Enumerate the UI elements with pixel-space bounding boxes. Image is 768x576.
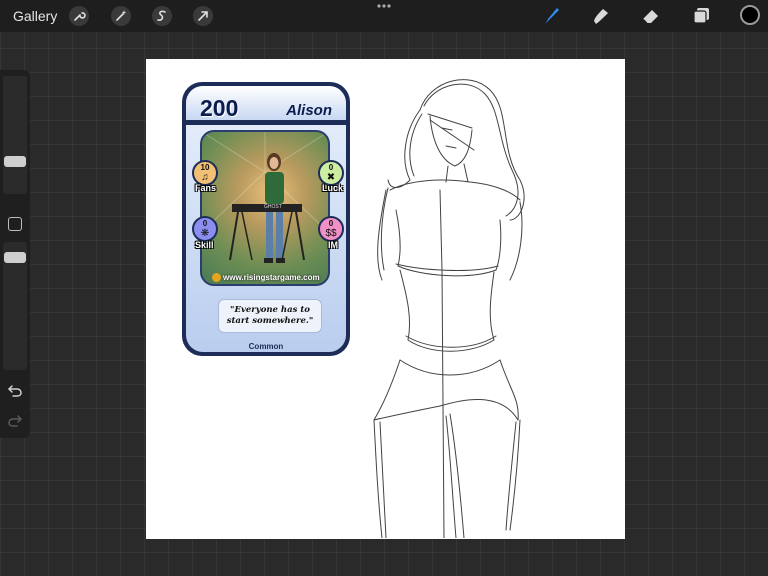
more-options-icon[interactable] — [376, 3, 392, 9]
dollar-icon: $$ — [325, 228, 337, 239]
opacity-handle[interactable] — [4, 252, 26, 263]
skill-icon: ❋ — [200, 228, 210, 239]
stat-skill-badge: 0 ❋ — [192, 216, 218, 242]
card-website-text: www.risingstargame.com — [223, 272, 320, 282]
redo-icon[interactable] — [7, 412, 23, 428]
card-photo: GHOST www.risingstargame.com — [200, 130, 330, 286]
stat-luck-value: 0 — [328, 163, 334, 172]
clover-icon: ✖ — [326, 172, 336, 183]
card-body: 200 Alison GHOST www.risingstargame.com … — [186, 86, 346, 352]
left-sidebar — [0, 70, 30, 438]
card-divider — [186, 120, 346, 125]
card-rarity: Common — [248, 342, 284, 351]
card-name: Alison — [286, 102, 332, 119]
color-picker-button[interactable] — [740, 5, 760, 25]
card-website: www.risingstargame.com — [212, 273, 320, 282]
fans-icon: ♫ — [201, 172, 209, 183]
instrument-label: GHOST — [264, 204, 282, 210]
stat-skill-label: Skill — [195, 240, 214, 250]
brush-size-handle[interactable] — [4, 156, 26, 167]
smudge-icon[interactable] — [590, 5, 612, 27]
opacity-slider[interactable] — [3, 242, 27, 370]
transform-arrow-icon[interactable] — [193, 6, 213, 26]
modify-button[interactable] — [8, 217, 22, 231]
eraser-icon[interactable] — [640, 5, 662, 27]
stat-skill-value: 0 — [202, 219, 208, 228]
card-value: 200 — [200, 95, 239, 121]
star-icon — [212, 273, 221, 282]
brush-size-slider[interactable] — [3, 76, 27, 194]
stat-im-label: IM — [328, 240, 338, 250]
gallery-button[interactable]: Gallery — [13, 8, 57, 24]
selection-icon[interactable] — [152, 6, 172, 26]
stat-im-value: 0 — [328, 219, 334, 228]
reference-card-image: 200 Alison GHOST www.risingstargame.com … — [182, 82, 350, 356]
undo-icon[interactable] — [7, 382, 23, 398]
brush-icon[interactable] — [540, 5, 562, 27]
stat-im-badge: 0 $$ — [318, 216, 344, 242]
stat-luck-label: Luck — [322, 183, 344, 193]
stat-fans-label: Fans — [195, 183, 217, 193]
wrench-icon[interactable] — [69, 6, 89, 26]
magic-wand-icon[interactable] — [111, 6, 131, 26]
card-header: 200 Alison — [186, 86, 346, 121]
figure-sketch — [373, 79, 525, 538]
stat-fans-value: 10 — [200, 163, 210, 172]
layers-icon[interactable] — [690, 5, 712, 27]
card-quote: "Everyone has to start somewhere." — [218, 299, 322, 333]
top-toolbar: Gallery — [0, 0, 768, 32]
